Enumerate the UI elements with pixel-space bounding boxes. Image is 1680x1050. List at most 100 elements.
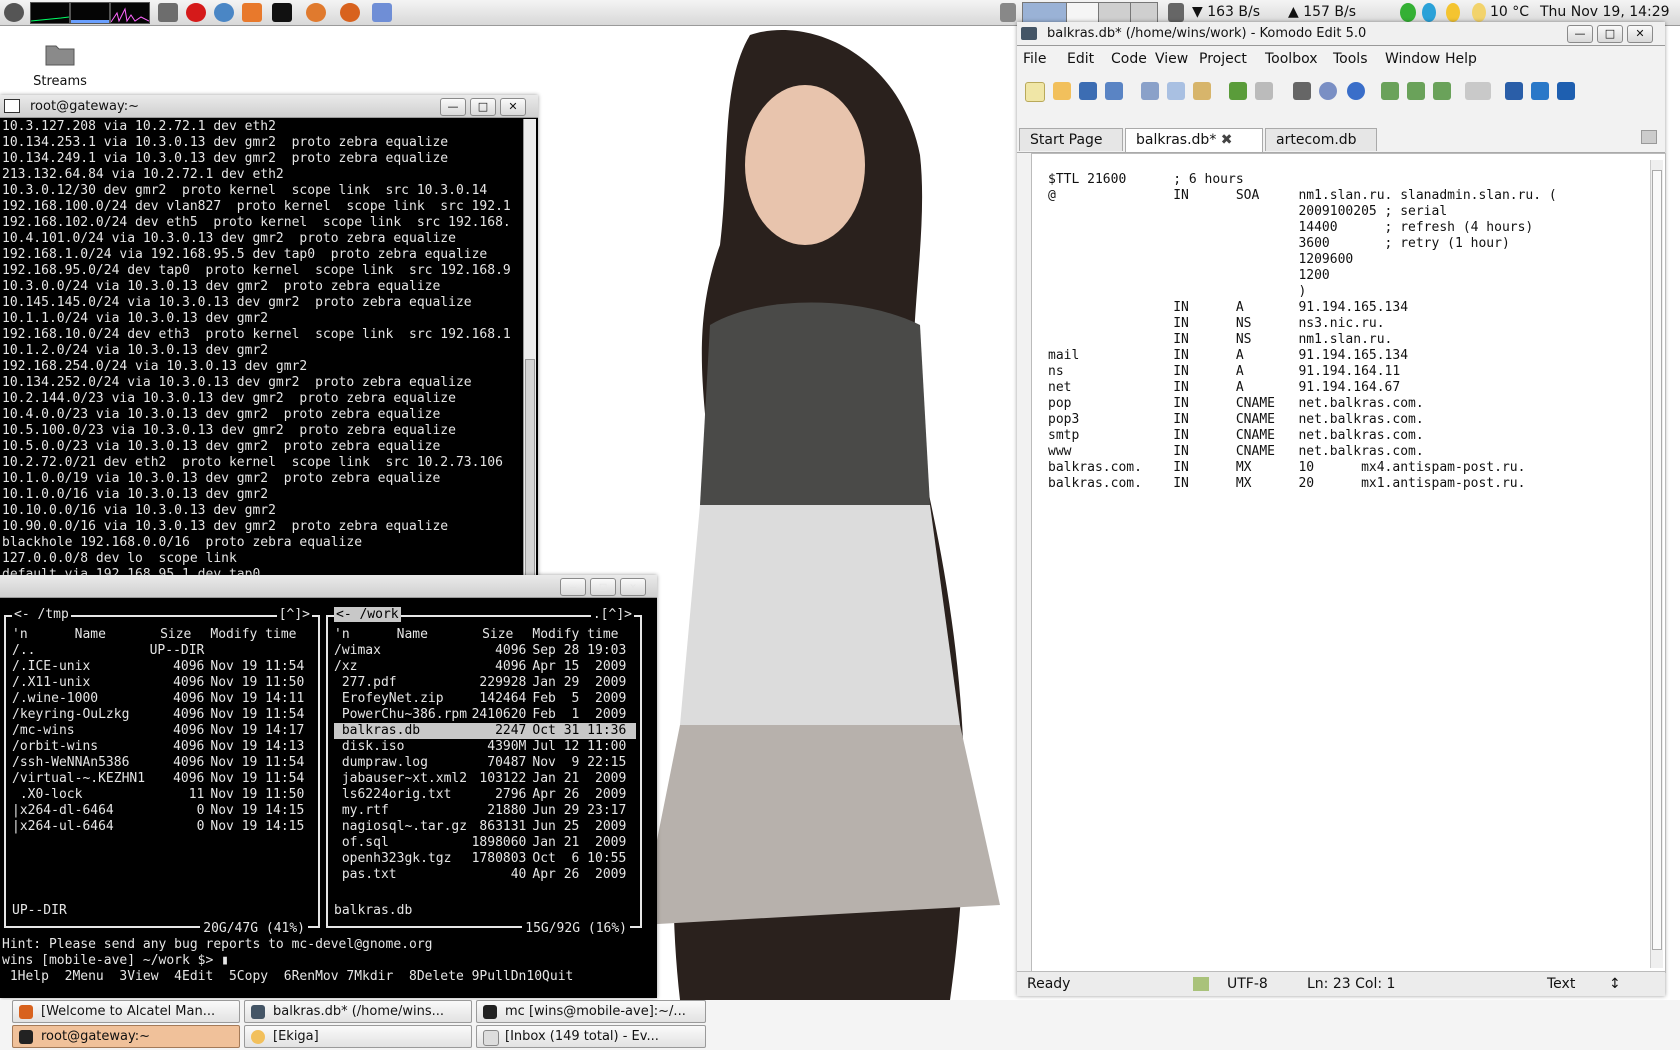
workspace-4[interactable] — [1130, 2, 1158, 24]
mc-file-row[interactable]: /mc-wins 4096 Nov 19 14:17 — [12, 723, 314, 739]
mc-file-row[interactable]: /.ICE-unix 4096 Nov 19 11:54 — [12, 659, 314, 675]
close-button[interactable]: ✕ — [620, 578, 646, 596]
editor-vscrollbar[interactable] — [1650, 160, 1663, 968]
mc-titlebar[interactable]: — □ ✕ — [0, 575, 657, 598]
status-icon[interactable] — [1400, 3, 1416, 22]
menu-toolbox[interactable]: Toolbox — [1265, 51, 1318, 67]
save-icon[interactable] — [1079, 82, 1097, 100]
mc-file-row[interactable]: /keyring-OuLzkg 4096 Nov 19 11:54 — [12, 707, 314, 723]
firefox-icon[interactable] — [340, 3, 360, 22]
mc-file-row[interactable]: /.wine-1000 4096 Nov 19 14:11 — [12, 691, 314, 707]
col-size-header[interactable]: Size — [469, 627, 532, 643]
mc-window[interactable]: — □ ✕ <- /tmp [^]> 'n Name Size Modify tim… — [0, 575, 657, 998]
menu-tools[interactable]: Tools — [1333, 51, 1368, 67]
mc-file-row[interactable]: openh323gk.tgz 1780803 Oct 6 10:55 — [334, 851, 636, 867]
terminal-window[interactable]: root@gateway:~ — □ ✕ 10.3.127.208 via 10… — [0, 95, 538, 607]
task-root-gateway[interactable]: root@gateway:~ — [12, 1025, 240, 1048]
close-button[interactable]: ✕ — [1627, 25, 1653, 43]
task-mc[interactable]: mc [wins@mobile-ave]:~/... — [476, 1000, 706, 1023]
mc-file-row[interactable]: pas.txt 40 Apr 26 2009 — [334, 867, 636, 883]
mc-file-row[interactable]: of.sql 1898060 Jan 21 2009 — [334, 835, 636, 851]
save-all-icon[interactable] — [1105, 82, 1123, 100]
mc-file-row[interactable]: my.rtf 21880 Jun 29 23:17 — [334, 803, 636, 819]
menu-file[interactable]: File — [1023, 51, 1046, 67]
menu-project[interactable]: Project — [1199, 51, 1247, 67]
mc-function-keys[interactable]: 1Help 2Menu 3View 4Edit 5Copy 6RenMov 7M… — [2, 969, 574, 984]
status-encoding[interactable]: UTF-8 — [1227, 976, 1268, 992]
menu-edit[interactable]: Edit — [1067, 51, 1094, 67]
task-evolution[interactable]: [Inbox (149 total) - Ev... — [476, 1025, 706, 1048]
preview-icon[interactable] — [1319, 82, 1337, 100]
mc-file-row[interactable]: 277.pdf 229928 Jan 29 2009 — [334, 675, 636, 691]
opera-icon[interactable] — [186, 3, 206, 22]
komodo-editor[interactable]: $TTL 21600 ; 6 hours @ IN SOA nm1.slan.ru… — [1031, 153, 1666, 973]
komodo-window[interactable]: balkras.db* (/home/wins/work) - Komodo E… — [1017, 22, 1666, 996]
mc-file-row[interactable]: PowerChu~386.rpm 2410620 Feb 1 2009 — [334, 707, 636, 723]
mc-file-row[interactable]: /xz 4096 Apr 15 2009 — [334, 659, 636, 675]
ubuntu-icon[interactable] — [306, 3, 326, 22]
print-icon[interactable] — [1293, 82, 1311, 100]
lint-icon[interactable] — [1193, 977, 1209, 991]
menu-window[interactable]: Window — [1385, 51, 1440, 67]
mc-file-row[interactable]: /virtual-~.KEZHN1 4096 Nov 19 11:54 — [12, 771, 314, 787]
clock[interactable]: Thu Nov 19, 14:29 — [1540, 4, 1670, 20]
mail-icon[interactable] — [1505, 82, 1523, 100]
mc-file-row[interactable]: disk.iso 4390M Jul 12 11:00 — [334, 739, 636, 755]
redo-icon[interactable] — [1255, 82, 1273, 100]
maximize-button[interactable]: □ — [470, 98, 496, 116]
mc-file-row[interactable]: ErofeyNet.zip 142464 Feb 5 2009 — [334, 691, 636, 707]
tab-list-icon[interactable] — [1641, 130, 1657, 144]
mc-file-row[interactable]: /.X11-unix 4096 Nov 19 11:50 — [12, 675, 314, 691]
bulb-icon[interactable] — [1446, 3, 1460, 22]
net-monitor[interactable] — [110, 2, 150, 24]
game-icon[interactable] — [242, 3, 262, 22]
calculator-icon[interactable] — [158, 3, 178, 22]
minimize-button[interactable]: — — [440, 98, 466, 116]
col-size-header[interactable]: Size — [147, 627, 210, 643]
scrollbar-thumb[interactable] — [1652, 170, 1662, 950]
network-icon[interactable] — [1168, 3, 1184, 22]
pidgin-icon[interactable] — [214, 3, 234, 22]
mc-file-row[interactable]: /wimax 4096 Sep 28 19:03 — [334, 643, 636, 659]
menu-help[interactable]: Help — [1445, 51, 1477, 67]
gnome-foot-icon[interactable] — [4, 3, 24, 22]
menu-view[interactable]: View — [1155, 51, 1188, 67]
workspace-2[interactable] — [1066, 2, 1100, 24]
terminal-scrollbar[interactable] — [523, 119, 536, 605]
mc-left-panel[interactable]: <- /tmp [^]> 'n Name Size Modify time/.. UP… — [4, 607, 320, 936]
debug-icon[interactable] — [1433, 82, 1451, 100]
tab-close-icon[interactable]: ✖ — [1221, 132, 1233, 148]
sync-icon[interactable] — [1531, 82, 1549, 100]
new-file-icon[interactable] — [1025, 82, 1045, 102]
minimize-button[interactable]: — — [560, 578, 586, 596]
mc-file-row[interactable]: balkras.db 2247 Oct 31 11:36 — [334, 723, 636, 739]
feather-icon[interactable] — [372, 3, 392, 22]
undo-icon[interactable] — [1229, 82, 1247, 100]
mc-file-row[interactable]: |x264-ul-6464 0 Nov 19 14:15 — [12, 819, 314, 835]
mem-monitor[interactable] — [70, 2, 110, 24]
desktop-folder-streams[interactable]: Streams — [30, 42, 90, 89]
col-mtime-header[interactable]: Modify time — [532, 627, 636, 643]
maximize-button[interactable]: □ — [1597, 25, 1623, 43]
close-button[interactable]: ✕ — [500, 98, 526, 116]
tab-artecom-db[interactable]: artecom.db — [1265, 128, 1377, 151]
col-mtime-header[interactable]: Modify time — [210, 627, 314, 643]
terminal-icon[interactable] — [272, 3, 292, 22]
mc-right-list[interactable]: 'n Name Size Modify time/wimax 4096 Sep 28 1… — [334, 627, 636, 883]
menu-code[interactable]: Code — [1111, 51, 1147, 67]
mode-dropdown-icon[interactable]: ↕ — [1609, 976, 1621, 992]
mc-file-row[interactable]: jabauser~xt.xml2 103122 Jan 21 2009 — [334, 771, 636, 787]
mc-file-row[interactable]: /.. UP--DIR — [12, 643, 314, 659]
scrollbar-thumb[interactable] — [525, 359, 535, 589]
open-folder-icon[interactable] — [1053, 82, 1071, 100]
mc-file-row[interactable]: .X0-lock 11 Nov 19 11:50 — [12, 787, 314, 803]
task-ekiga[interactable]: [Ekiga] — [244, 1025, 472, 1048]
mc-file-row[interactable]: /ssh-WeNNAn5386 4096 Nov 19 11:54 — [12, 755, 314, 771]
code-text[interactable]: $TTL 21600 ; 6 hours @ IN SOA nm1.slan.ru… — [1048, 172, 1557, 492]
col-name-header[interactable]: 'n Name — [334, 627, 469, 643]
mc-cmdline[interactable]: wins [mobile-ave] ~/work $> ▮ — [2, 953, 229, 968]
run-icon[interactable] — [1381, 82, 1399, 100]
step-icon[interactable] — [1407, 82, 1425, 100]
weather-icon[interactable] — [1472, 3, 1486, 22]
mc-file-row[interactable]: /orbit-wins 4096 Nov 19 14:13 — [12, 739, 314, 755]
